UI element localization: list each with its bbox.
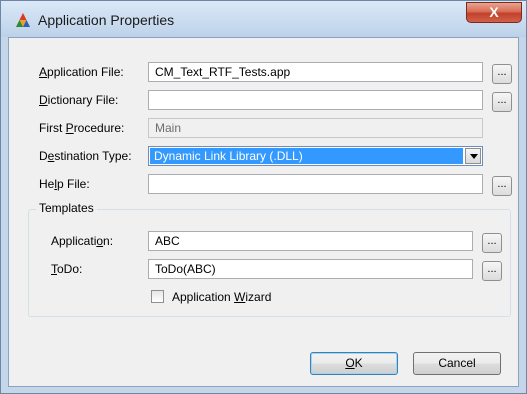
app-logo-icon — [16, 13, 30, 27]
template-todo-input[interactable]: ToDo(ABC) — [148, 259, 473, 279]
dictionary-file-browse-button[interactable]: ... — [492, 92, 512, 112]
close-icon: X — [489, 4, 499, 20]
chevron-down-icon[interactable] — [465, 148, 481, 164]
destination-type-selected-value: Dynamic Link Library (.DLL) — [150, 148, 463, 164]
application-file-browse-button[interactable]: ... — [492, 64, 512, 84]
destination-type-dropdown[interactable]: Dynamic Link Library (.DLL) — [148, 146, 483, 166]
application-wizard-checkbox[interactable] — [151, 290, 164, 303]
help-file-input[interactable] — [148, 174, 483, 194]
cancel-button[interactable]: Cancel — [413, 352, 501, 375]
first-procedure-label: First Procedure: — [39, 121, 125, 135]
template-todo-browse-button[interactable]: ... — [482, 261, 502, 281]
application-file-input[interactable]: CM_Text_RTF_Tests.app — [148, 62, 483, 82]
template-todo-label: ToDo: — [51, 262, 83, 276]
application-file-label: Application File: — [39, 65, 124, 79]
destination-type-label: Destination Type: — [39, 149, 132, 163]
title-bar[interactable]: Application Properties X — [1, 1, 526, 37]
application-wizard-label[interactable]: Application Wizard — [172, 290, 271, 304]
dictionary-file-label: Dictionary File: — [39, 93, 119, 107]
window-title: Application Properties — [38, 12, 175, 28]
help-file-label: Help File: — [39, 177, 90, 191]
first-procedure-input[interactable]: Main — [148, 118, 483, 138]
ok-button[interactable]: OK — [310, 352, 398, 375]
template-application-input[interactable]: ABC — [148, 231, 473, 251]
template-application-browse-button[interactable]: ... — [482, 233, 502, 253]
help-file-browse-button[interactable]: ... — [492, 176, 512, 196]
close-button[interactable]: X — [466, 2, 522, 23]
templates-group-title: Templates — [36, 201, 97, 215]
application-properties-dialog: Application Properties X Application Fil… — [0, 0, 527, 394]
template-application-label: Application: — [51, 234, 114, 248]
dictionary-file-input[interactable] — [148, 90, 483, 110]
